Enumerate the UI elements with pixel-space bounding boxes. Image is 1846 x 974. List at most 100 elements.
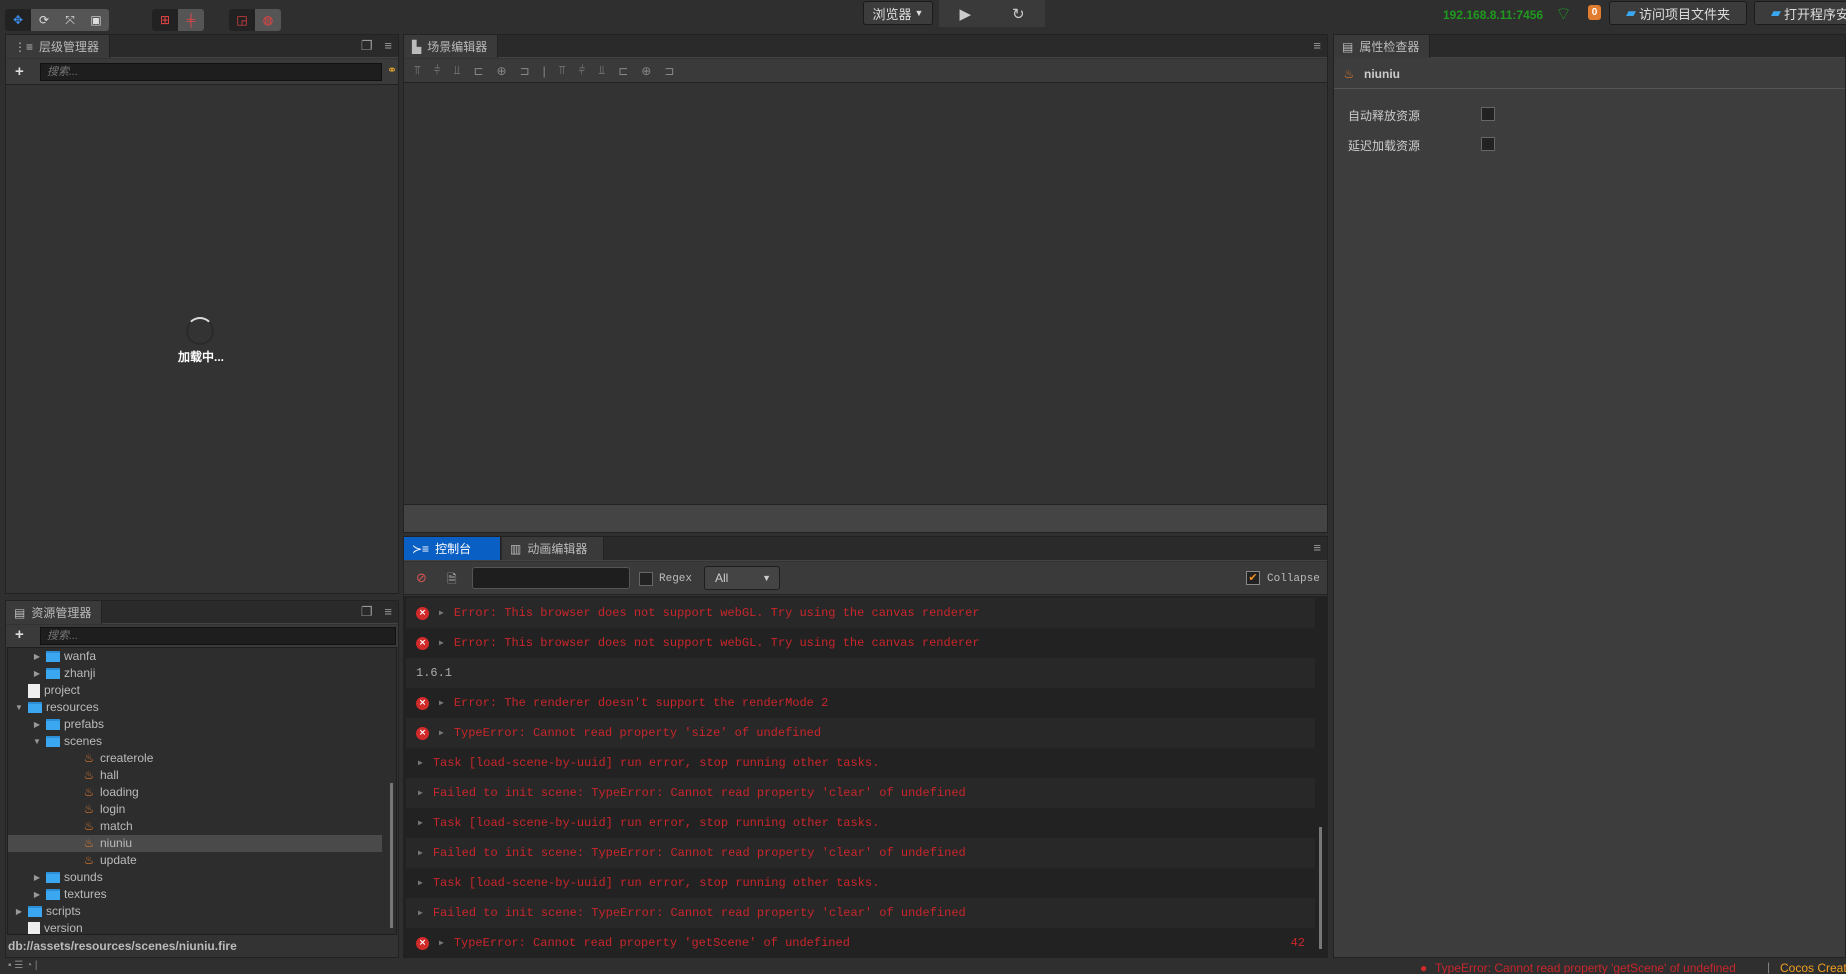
play-icon[interactable]: ▶ — [959, 5, 971, 23]
tree-item[interactable]: ▶ textures — [8, 886, 382, 903]
menu-icon[interactable]: ≡ — [384, 604, 392, 620]
menu-icon[interactable]: ≡ — [1313, 540, 1321, 555]
caret-right-icon[interactable]: ▶ — [32, 886, 42, 903]
caret-right-icon[interactable]: ▶ — [32, 648, 42, 665]
notification-badge[interactable]: 0 — [1588, 5, 1601, 20]
async-load-checkbox[interactable] — [1481, 137, 1495, 151]
console-log-row[interactable]: 1.6.1 — [406, 658, 1315, 688]
expand-icon[interactable]: ▶ — [439, 638, 444, 648]
scene-view[interactable] — [404, 84, 1327, 504]
tree-item[interactable]: ▶ prefabs — [8, 716, 382, 733]
expand-icon[interactable]: ▶ — [439, 608, 444, 618]
tab-animation[interactable]: ▥ 动画编辑器 — [502, 537, 604, 560]
console-filter-input[interactable] — [472, 567, 630, 589]
scale-icon[interactable]: ⤧ — [57, 9, 83, 31]
rotate-icon[interactable]: ⟳ — [31, 9, 57, 31]
console-log-row[interactable]: ▶ Failed to init scene: TypeError: Cannot… — [406, 898, 1315, 928]
link-icon[interactable]: ⚭ — [387, 63, 397, 77]
console-log-row[interactable]: × ▶ Error: This browser does not support w… — [406, 598, 1315, 628]
tree-scrollbar[interactable] — [390, 783, 393, 928]
tree-item[interactable]: ♨ createrole — [8, 750, 382, 767]
caret-right-icon[interactable]: ▶ — [32, 716, 42, 733]
level-select[interactable]: All ▼ — [704, 566, 780, 590]
console-log-row[interactable]: × ▶ TypeError: Cannot read property 'size'… — [406, 718, 1315, 748]
tree-item[interactable]: ♨ login — [8, 801, 382, 818]
console-scrollbar[interactable] — [1319, 827, 1322, 949]
refresh-icon[interactable]: ↻ — [1012, 5, 1025, 23]
console-log-row[interactable]: ▶ Task [load-scene-by-uuid] run error, st… — [406, 748, 1315, 778]
align-right-icon[interactable]: ⊐ — [520, 64, 530, 78]
tab-console[interactable]: ≻≡ 控制台 — [404, 537, 501, 560]
assets-search-input[interactable]: 搜索... — [40, 627, 396, 645]
console-log-row[interactable]: ▶ Task [load-scene-by-uuid] run error, st… — [406, 868, 1315, 898]
3d-icon[interactable]: ◍ — [255, 9, 281, 31]
tree-item[interactable]: version — [8, 920, 382, 934]
pivot-icon[interactable]: ⊞ — [152, 9, 178, 31]
tab-inspector[interactable]: ▤ 属性检查器 — [1334, 35, 1431, 58]
expand-icon[interactable]: ▶ — [418, 758, 423, 768]
distribute-left-icon[interactable]: ⊏ — [618, 64, 628, 78]
distribute-right-icon[interactable]: ⊐ — [664, 64, 674, 78]
popout-icon[interactable]: ❐ — [361, 604, 373, 620]
auto-release-checkbox[interactable] — [1481, 107, 1495, 121]
expand-icon[interactable]: ▶ — [439, 728, 444, 738]
rect-icon[interactable]: ▣ — [83, 9, 109, 31]
align-vcenter-icon[interactable]: ⫩ — [434, 63, 441, 78]
expand-icon[interactable]: ▶ — [418, 908, 423, 918]
align-hcenter-icon[interactable]: ⊕ — [496, 64, 506, 78]
tree-item[interactable]: ♨ match — [8, 818, 382, 835]
expand-icon[interactable]: ▶ — [418, 788, 423, 798]
open-program-folder-button[interactable]: ▰打开程序安装路径 — [1754, 1, 1846, 25]
popout-icon[interactable]: ❐ — [361, 38, 373, 54]
tree-item[interactable]: ▶ sounds — [8, 869, 382, 886]
open-log-file-icon[interactable]: 🗎 — [447, 570, 457, 591]
status-message[interactable]: TypeError: Cannot read property 'getScen… — [1435, 961, 1736, 974]
caret-right-icon[interactable]: ▶ — [32, 665, 42, 682]
ip-address[interactable]: 192.168.8.11:7456 — [1443, 8, 1543, 22]
console-log-row[interactable]: × ▶ TypeError: Cannot read property 'getSc… — [406, 928, 1315, 957]
clear-icon[interactable]: ⊘ — [416, 570, 427, 586]
expand-icon[interactable]: ▶ — [418, 848, 423, 858]
console-log-row[interactable]: ▶ Failed to init scene: TypeError: Cannot… — [406, 838, 1315, 868]
tab-hierarchy[interactable]: ⋮≡ 层级管理器 — [6, 35, 111, 58]
caret-right-icon[interactable]: ▶ — [32, 869, 42, 886]
distribute-bottom-icon[interactable]: ⫫ — [598, 63, 605, 78]
collapse-checkbox[interactable]: ✔ — [1246, 571, 1260, 585]
align-left-icon[interactable]: ⊏ — [473, 64, 483, 78]
tab-scene[interactable]: ▙ 场景编辑器 — [404, 35, 499, 58]
expand-icon[interactable]: ▶ — [418, 818, 423, 828]
expand-icon[interactable]: ▶ — [439, 698, 444, 708]
tree-item[interactable]: ♨ hall — [8, 767, 382, 784]
expand-icon[interactable]: ▶ — [418, 878, 423, 888]
tree-item[interactable]: ▼ scenes — [8, 733, 382, 750]
distribute-hcenter-icon[interactable]: ⊕ — [641, 64, 651, 78]
distribute-top-icon[interactable]: ⫪ — [559, 63, 566, 78]
align-top-icon[interactable]: ⫪ — [414, 63, 421, 78]
tree-item[interactable]: ▶ zhanji — [8, 665, 382, 682]
tree-item[interactable]: ♨ update — [8, 852, 382, 869]
tab-assets[interactable]: ▤ 资源管理器 — [6, 601, 103, 624]
open-project-folder-button[interactable]: ▰ 访问项目文件夹 — [1609, 1, 1747, 25]
2d-icon[interactable]: ◲ — [229, 9, 255, 31]
caret-right-icon[interactable]: ▶ — [14, 903, 24, 920]
distribute-vcenter-icon[interactable]: ⫩ — [579, 63, 586, 78]
menu-icon[interactable]: ≡ — [384, 38, 392, 54]
tree-item[interactable]: project — [8, 682, 382, 699]
caret-down-icon[interactable]: ▼ — [32, 733, 42, 750]
align-bottom-icon[interactable]: ⫫ — [454, 63, 461, 78]
platform-select[interactable]: 浏览器 ▼ — [863, 1, 933, 25]
add-node-button[interactable]: + — [15, 63, 24, 80]
tree-item[interactable]: ▶ scripts — [8, 903, 382, 920]
tree-item[interactable]: ♨ loading — [8, 784, 382, 801]
add-asset-button[interactable]: + — [15, 626, 24, 643]
caret-down-icon[interactable]: ▼ — [14, 699, 24, 716]
regex-checkbox[interactable] — [639, 572, 653, 586]
console-log-row[interactable]: × ▶ Error: The renderer doesn't support th… — [406, 688, 1315, 718]
tree-item[interactable]: ▶ wanfa — [8, 648, 382, 665]
console-log-row[interactable]: ▶ Failed to init scene: TypeError: Cannot… — [406, 778, 1315, 808]
console-log-row[interactable]: × ▶ Error: This browser does not support w… — [406, 628, 1315, 658]
expand-icon[interactable]: ▶ — [439, 938, 444, 948]
hierarchy-search-input[interactable]: 搜索... — [40, 63, 382, 81]
tree-item[interactable]: ♨ niuniu — [8, 835, 382, 852]
menu-icon[interactable]: ≡ — [1313, 38, 1321, 53]
